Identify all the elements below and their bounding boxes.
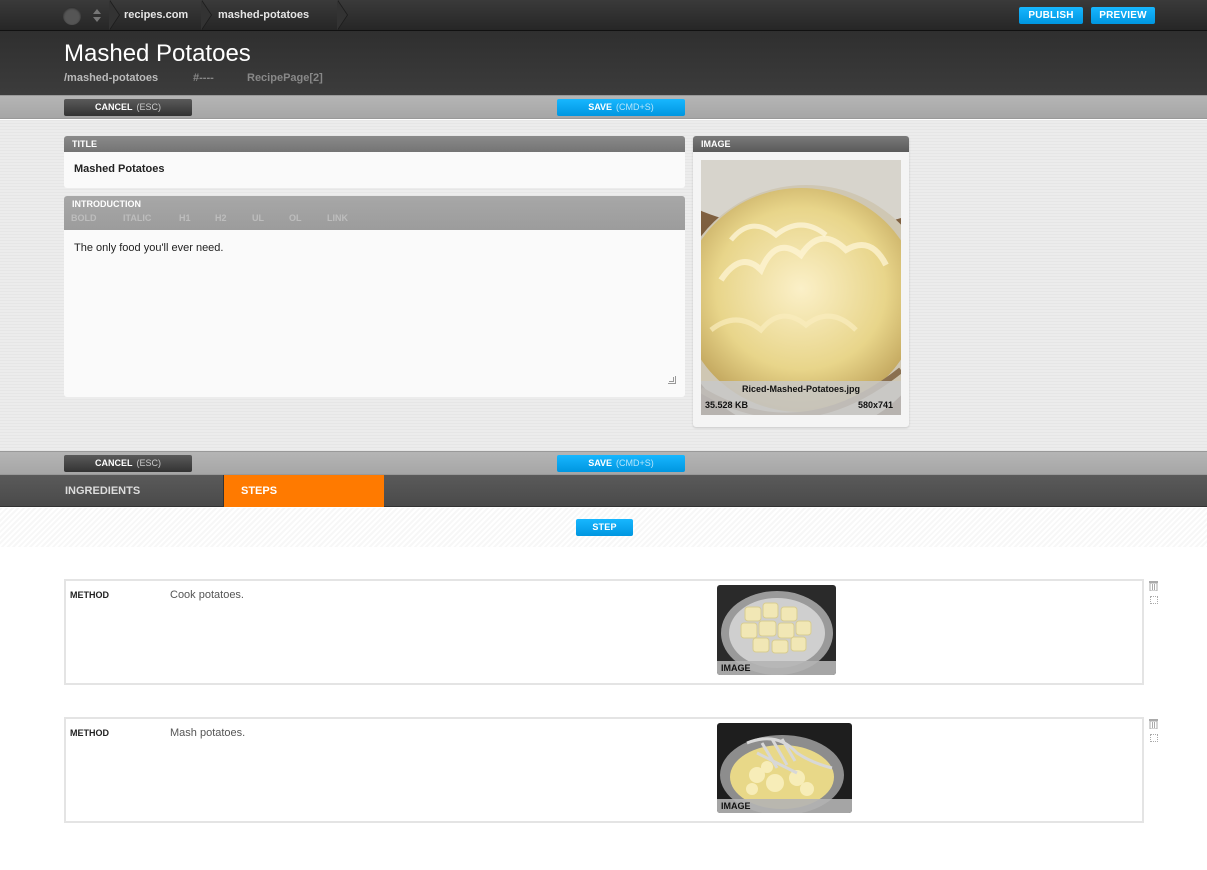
save-label: SAVE — [588, 102, 613, 112]
cancel-shortcut: (ESC) — [136, 102, 162, 112]
tab-steps[interactable]: STEPS — [224, 475, 384, 507]
step-method-text[interactable]: Cook potatoes. — [170, 589, 244, 601]
step-image[interactable]: IMAGE — [717, 723, 852, 813]
mashed-potatoes-photo[interactable]: Riced-Mashed-Potatoes.jpg 35.528 KB 580x… — [701, 160, 901, 415]
step-row: METHOD Cook potatoes. IMAGE — [64, 579, 1144, 685]
page-type: RecipePage[2] — [247, 72, 323, 84]
image-dimensions: 580x741 — [857, 400, 893, 410]
step-method-label: METHOD — [70, 728, 109, 738]
resize-handle-icon[interactable] — [668, 376, 676, 384]
step-image-label: IMAGE — [717, 661, 836, 675]
breadcrumb-page[interactable]: mashed-potatoes — [218, 9, 309, 21]
image-caption: Riced-Mashed-Potatoes.jpg 35.528 KB 580x… — [701, 381, 901, 415]
step-method-text[interactable]: Mash potatoes. — [170, 727, 245, 739]
step-image-label: IMAGE — [717, 799, 852, 813]
title-field-label: TITLE — [64, 136, 685, 152]
page-title: Mashed Potatoes — [64, 40, 251, 67]
mashed-potatoes-image — [701, 160, 901, 415]
save-shortcut: (CMD+S) — [616, 458, 654, 468]
top-bar: recipes.com mashed-potatoes PUBLISH PREV… — [0, 0, 1207, 31]
tab-ingredients[interactable]: INGREDIENTS — [48, 475, 223, 507]
breadcrumb-site[interactable]: recipes.com — [124, 9, 188, 21]
step-method-label: METHOD — [70, 590, 109, 600]
preview-button[interactable]: PREVIEW — [1091, 7, 1155, 24]
save-shortcut: (CMD+S) — [616, 102, 654, 112]
bold-button[interactable]: BOLD — [71, 213, 97, 223]
breadcrumb-separator — [337, 0, 350, 31]
cancel-shortcut: (ESC) — [136, 458, 162, 468]
introduction-header: INTRODUCTION BOLD ITALIC H1 H2 UL OL LIN… — [64, 196, 685, 230]
rich-text-toolbar: BOLD ITALIC H1 H2 UL OL LINK — [64, 209, 685, 225]
italic-button[interactable]: ITALIC — [123, 213, 151, 223]
breadcrumb-separator — [109, 0, 122, 31]
h2-button[interactable]: H2 — [215, 213, 227, 223]
step-image[interactable]: IMAGE — [717, 585, 836, 675]
delete-step-icon[interactable] — [1148, 718, 1159, 729]
delete-step-icon[interactable] — [1148, 580, 1159, 591]
drag-handle-icon[interactable] — [1150, 596, 1158, 604]
page-hash: #---- — [193, 72, 214, 84]
image-filename: Riced-Mashed-Potatoes.jpg — [741, 384, 860, 394]
link-button[interactable]: LINK — [327, 213, 348, 223]
introduction-field-panel: INTRODUCTION BOLD ITALIC H1 H2 UL OL LIN… — [64, 196, 685, 397]
title-input[interactable]: Mashed Potatoes — [64, 152, 685, 188]
section-tabs: INGREDIENTS STEPS — [0, 475, 1207, 507]
introduction-textarea[interactable]: The only food you'll ever need. — [64, 230, 685, 266]
image-field-label: IMAGE — [693, 136, 909, 152]
site-switcher-icon[interactable] — [92, 9, 102, 23]
cancel-label: CANCEL — [95, 458, 133, 468]
site-logo-icon[interactable] — [63, 7, 81, 25]
save-button[interactable]: SAVE (CMD+S) — [557, 99, 685, 116]
action-bar-top: CANCEL (ESC) SAVE (CMD+S) — [0, 95, 1207, 119]
publish-button[interactable]: PUBLISH — [1019, 7, 1083, 24]
ol-button[interactable]: OL — [289, 213, 302, 223]
action-bar-bottom: CANCEL (ESC) SAVE (CMD+S) — [0, 451, 1207, 475]
cancel-button[interactable]: CANCEL (ESC) — [64, 99, 192, 116]
image-filesize: 35.528 KB — [705, 400, 749, 410]
cancel-button-bottom[interactable]: CANCEL (ESC) — [64, 455, 192, 472]
drag-handle-icon[interactable] — [1150, 734, 1158, 742]
breadcrumb-separator — [201, 0, 214, 31]
introduction-label: INTRODUCTION — [72, 199, 141, 209]
save-label: SAVE — [588, 458, 613, 468]
add-step-button[interactable]: STEP — [576, 519, 633, 536]
page-header: Mashed Potatoes /mashed-potatoes #---- R… — [0, 31, 1207, 95]
image-field-panel: IMAGE Riced-Mashed-Potatoes.jpg 35.528 K… — [693, 136, 909, 427]
edit-form: TITLE Mashed Potatoes INTRODUCTION BOLD … — [0, 120, 1207, 451]
title-field-panel: TITLE Mashed Potatoes — [64, 136, 685, 188]
ul-button[interactable]: UL — [252, 213, 264, 223]
cancel-label: CANCEL — [95, 102, 133, 112]
step-row: METHOD Mash potatoes. IMAGE — [64, 717, 1144, 823]
h1-button[interactable]: H1 — [179, 213, 191, 223]
page-path: /mashed-potatoes — [64, 72, 159, 84]
save-button-bottom[interactable]: SAVE (CMD+S) — [557, 455, 685, 472]
